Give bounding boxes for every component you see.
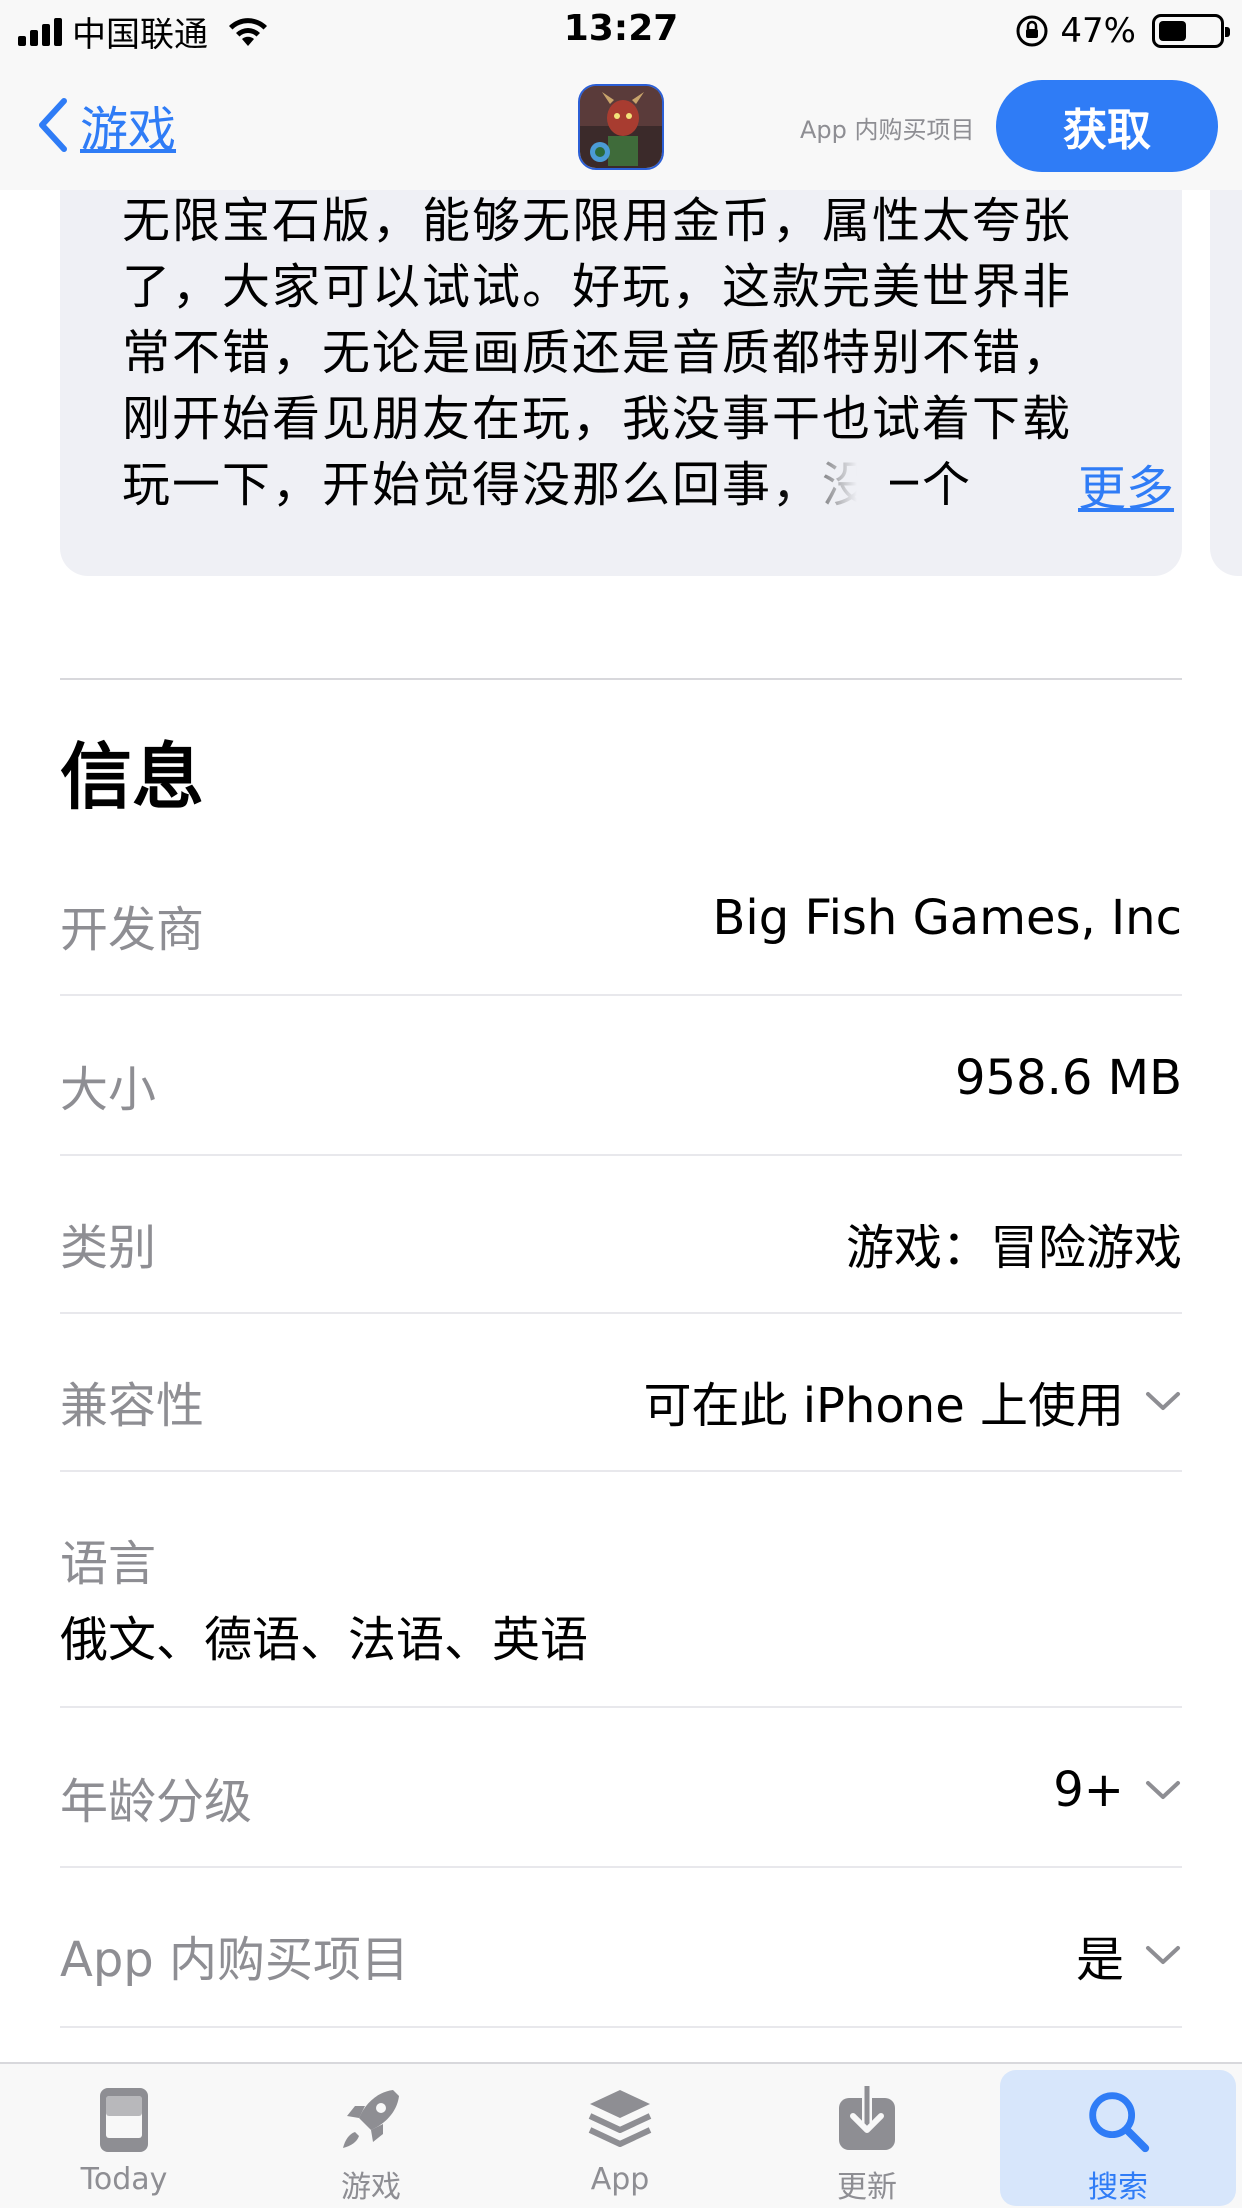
get-button[interactable]: 获取 — [996, 80, 1218, 172]
review-text: 无限宝石版，能够无限用金币，属性太夸张 了，大家可以试试。好玩，这款完美世界非 … — [122, 188, 1142, 518]
info-label: 语言 — [60, 1536, 157, 1592]
info-label: 大小 — [60, 1062, 157, 1118]
rocket-icon — [343, 2090, 399, 2148]
in-app-purchases-value: 是 — [1075, 1932, 1124, 1988]
tab-bar: Today 游戏 App 更新 搜索 — [0, 2062, 1242, 2208]
next-review-card[interactable] — [1210, 150, 1242, 576]
compatibility-value: 可在此 iPhone 上使用 — [643, 1378, 1124, 1434]
chevron-down-icon[interactable] — [1144, 1943, 1182, 1967]
battery-icon — [1152, 14, 1230, 48]
tab-updates[interactable]: 更新 — [752, 2064, 982, 2208]
developer-name: Big Fish Games, Inc — [712, 890, 1182, 946]
status-bar: 中国联通 13:27 47% — [0, 0, 1242, 60]
review-text-fade — [780, 450, 890, 520]
battery-percentage: 47% — [1060, 11, 1136, 51]
layers-icon — [588, 2090, 652, 2147]
section-title: 信息 — [60, 735, 205, 819]
back-label: 游戏 — [80, 102, 177, 158]
tab-label: 游戏 — [341, 2170, 401, 2205]
info-row-size: 大小 958.6 MB — [60, 996, 1182, 1156]
info-row-developer: 开发商 Big Fish Games, Inc — [60, 860, 1182, 996]
info-row-languages: 语言 俄文、德语、法语、英语 — [60, 1472, 1182, 1708]
category-value: 游戏：冒险游戏 — [845, 1220, 1182, 1276]
languages-value: 俄文、德语、法语、英语 — [60, 1612, 589, 1668]
tab-label: App — [590, 2162, 650, 2197]
info-label: App 内购买项目 — [60, 1932, 410, 1988]
app-size: 958.6 MB — [954, 1050, 1182, 1106]
review-line: 了，大家可以试试。好玩，这款完美世界非 — [122, 259, 1073, 315]
info-label: 开发商 — [60, 902, 205, 958]
download-tray-icon — [839, 2086, 895, 2150]
review-line: 刚开始看见朋友在玩，我没事干也试着下载 — [122, 391, 1073, 447]
info-row-in-app-purchases[interactable]: App 内购买项目 是 — [60, 1868, 1182, 2028]
chevron-down-icon[interactable] — [1144, 1389, 1182, 1413]
navigation-bar: 游戏 App 内购买项目 获取 — [0, 60, 1242, 190]
info-label: 兼容性 — [60, 1378, 205, 1434]
tab-today[interactable]: Today — [9, 2064, 239, 2208]
review-line: 常不错，无论是画质还是音质都特别不错， — [122, 325, 1073, 381]
review-line: 无限宝石版，能够无限用金币，属性太夸张 — [122, 193, 1073, 249]
info-value: 可在此 iPhone 上使用 — [643, 1366, 1182, 1436]
battery-fill — [1159, 21, 1186, 41]
status-bar-right: 47% — [1014, 8, 1230, 54]
search-icon — [1089, 2092, 1150, 2153]
age-rating-value: 9+ — [1053, 1762, 1124, 1818]
tab-label: Today — [80, 2162, 168, 2197]
tab-search[interactable]: 搜索 — [1000, 2070, 1236, 2206]
tab-label: 更新 — [837, 2170, 897, 2205]
app-icon — [578, 84, 664, 170]
info-label: 类别 — [60, 1220, 157, 1276]
today-icon — [100, 2088, 148, 2152]
tab-apps[interactable]: App — [505, 2064, 735, 2208]
rotation-lock-icon — [1016, 15, 1048, 47]
info-row-compatibility[interactable]: 兼容性 可在此 iPhone 上使用 — [60, 1314, 1182, 1472]
in-app-purchases-note: App 内购买项目 — [800, 116, 975, 144]
info-row-age-rating[interactable]: 年龄分级 9+ — [60, 1708, 1182, 1868]
info-value: 958.6 MB — [955, 1050, 1182, 1106]
info-value: 是 — [1076, 1920, 1182, 1990]
info-value: Big Fish Games, Inc — [712, 890, 1182, 946]
chevron-left-icon — [39, 98, 67, 152]
section-divider — [60, 678, 1182, 680]
info-value: 9+ — [1053, 1762, 1182, 1818]
review-card[interactable]: 无限宝石版，能够无限用金币，属性太夸张 了，大家可以试试。好玩，这款完美世界非 … — [60, 150, 1182, 576]
chevron-down-icon[interactable] — [1144, 1778, 1182, 1802]
info-row-category[interactable]: 类别 游戏：冒险游戏 — [60, 1156, 1182, 1314]
info-label: 年龄分级 — [60, 1774, 253, 1830]
tab-label: 搜索 — [1088, 2170, 1148, 2205]
back-button[interactable]: 游戏 — [36, 90, 176, 160]
info-value: 游戏：冒险游戏 — [846, 1208, 1182, 1278]
review-line: 玩一下，开始觉得没那么回事，没一个 — [122, 457, 973, 513]
more-link[interactable]: 更多 — [1078, 456, 1174, 522]
tab-games[interactable]: 游戏 — [256, 2064, 486, 2208]
